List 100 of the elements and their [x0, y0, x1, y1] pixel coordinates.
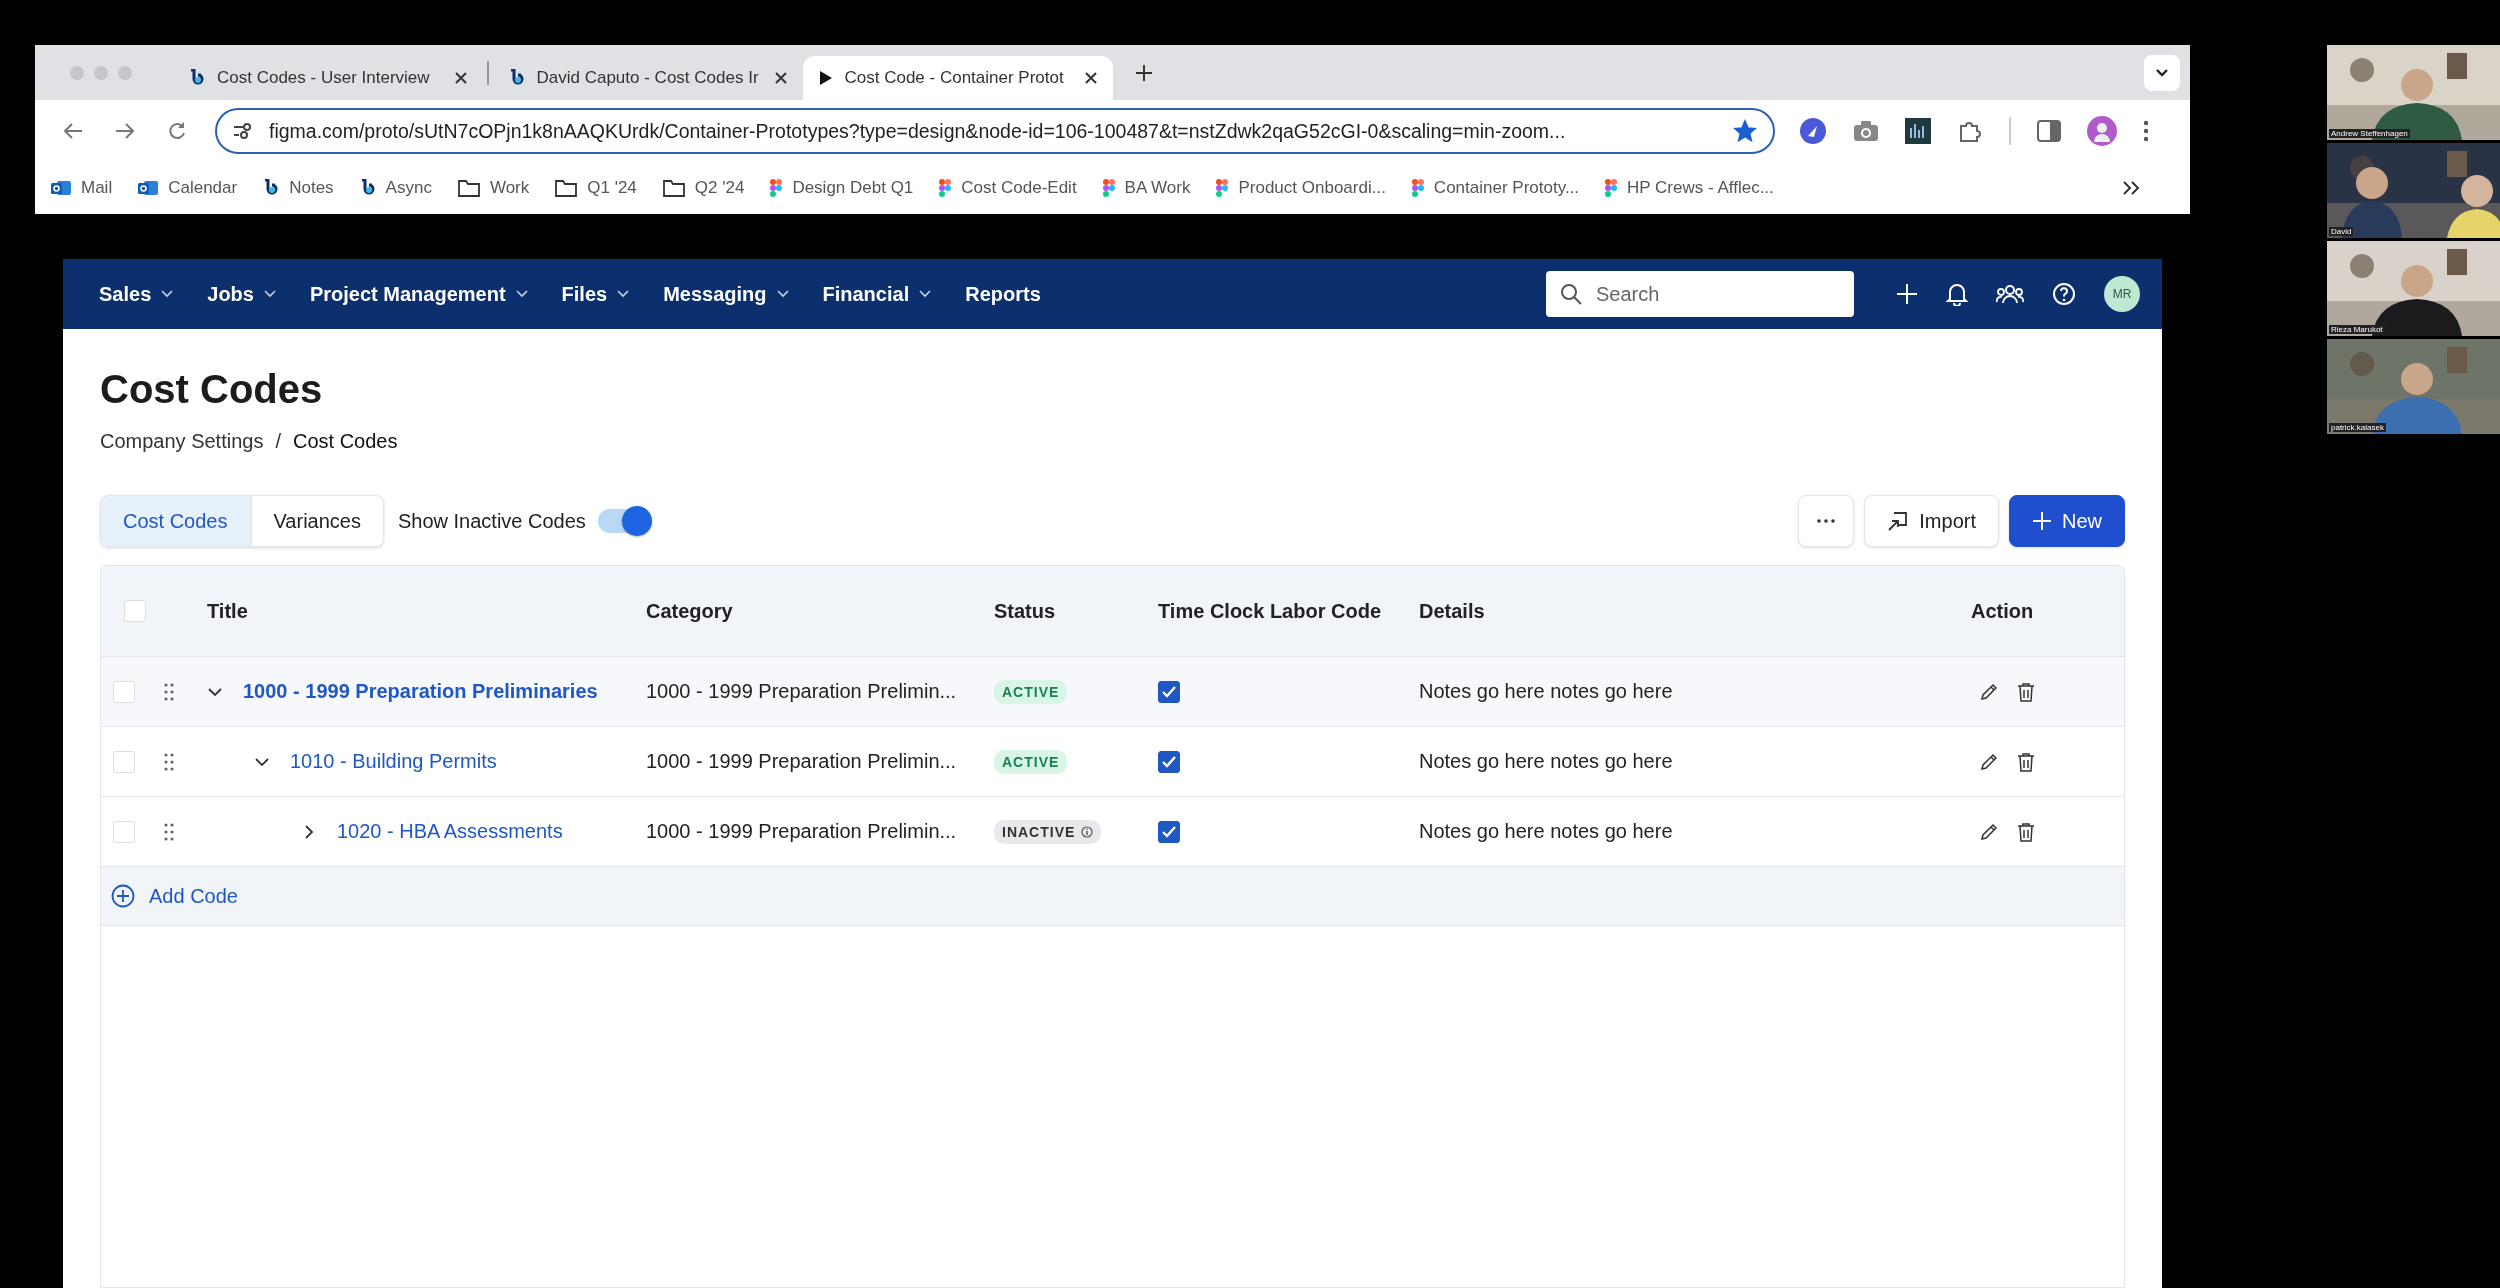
- bookmark-label: Async: [385, 178, 432, 198]
- bookmark-label: Calendar: [168, 178, 238, 198]
- breadcrumb-separator: /: [275, 430, 281, 453]
- double-chevron-icon[interactable]: [2122, 180, 2140, 196]
- star-icon[interactable]: [1733, 119, 1757, 143]
- column-header: Category: [646, 599, 733, 623]
- drag-handle-icon[interactable]: [163, 682, 174, 701]
- chart-extension-icon[interactable]: [1905, 118, 1931, 144]
- import-icon: [1887, 510, 1910, 532]
- status-badge: INACTIVE: [994, 819, 1102, 844]
- extension-icon[interactable]: [1799, 117, 1827, 145]
- bookmark-label: Notes: [289, 178, 334, 198]
- chevron-down-icon: [2155, 67, 2169, 78]
- profile-avatar-icon[interactable]: [2086, 116, 2117, 146]
- tab-title: David Caputo - Cost Codes Ir: [536, 68, 760, 88]
- details-text: Notes go here notes go here: [1419, 820, 1673, 843]
- browser-tab[interactable]: David Caputo - Cost Codes Ir: [492, 56, 803, 100]
- nav-menu-item[interactable]: Messaging: [663, 282, 789, 306]
- url-text: figma.com/proto/sUtN7cOPjn1k8nAAQKUrdk/Container-Prototypes?type=design&node-id=106-100487&t=nstZdwk2qaG52cGI-0&scaling=min-zoom...: [269, 119, 1567, 143]
- user-avatar[interactable]: MR: [2104, 276, 2140, 312]
- close-icon[interactable]: [1084, 72, 1097, 84]
- column-header: Time Clock Labor Code: [1158, 599, 1381, 623]
- nav-menu-item[interactable]: Project Management: [309, 282, 528, 306]
- nav-menu-item[interactable]: Sales: [99, 282, 174, 306]
- nav-menu-item[interactable]: Jobs: [207, 282, 276, 306]
- time-clock-checkbox[interactable]: [1158, 820, 1180, 843]
- people-icon[interactable]: [1996, 283, 2024, 305]
- details-text: Notes go here notes go here: [1419, 750, 1673, 773]
- row-checkbox[interactable]: [112, 750, 135, 773]
- figma-icon: [939, 179, 952, 197]
- camera-icon[interactable]: [1853, 120, 1879, 142]
- bookmark[interactable]: Work: [457, 178, 530, 198]
- pencil-icon[interactable]: [1979, 821, 1999, 842]
- chevron-down-icon: [617, 290, 630, 298]
- nav-menu-item[interactable]: Files: [561, 282, 630, 306]
- time-clock-checkbox[interactable]: [1158, 750, 1180, 773]
- folder-icon: [555, 179, 578, 197]
- chevron-down-icon: [919, 290, 932, 298]
- view-tab[interactable]: Cost Codes: [100, 495, 251, 547]
- breadcrumb-link[interactable]: Company Settings: [100, 430, 264, 453]
- status-badge: ACTIVE: [994, 749, 1068, 774]
- column-header: Details: [1419, 599, 1485, 623]
- bookmark[interactable]: Q1 '24: [555, 178, 637, 198]
- mail-app-icon: [138, 179, 159, 197]
- category-text: 1000 - 1999 Preparation Prelimin...: [646, 820, 957, 843]
- category-text: 1000 - 1999 Preparation Prelimin...: [646, 680, 957, 703]
- add-code-button[interactable]: Add Code: [111, 884, 238, 908]
- trash-icon[interactable]: [2017, 751, 2035, 772]
- bookmark[interactable]: Notes: [263, 178, 334, 198]
- side-panel-icon[interactable]: [2036, 120, 2061, 142]
- bell-icon[interactable]: [1946, 282, 1968, 306]
- nav-menu-item[interactable]: Financial: [822, 282, 932, 306]
- new-tab-icon[interactable]: [1134, 63, 1153, 82]
- logo-icon: [359, 179, 376, 197]
- bookmark[interactable]: Calendar: [138, 178, 238, 198]
- plus-icon: [2032, 511, 2052, 531]
- pencil-icon[interactable]: [1979, 751, 1999, 772]
- browser-tab[interactable]: Cost Codes - User Interview: [173, 56, 483, 100]
- reload-icon[interactable]: [167, 121, 187, 141]
- select-all-checkbox[interactable]: [124, 600, 146, 622]
- logo-icon: [189, 69, 205, 87]
- row-checkbox[interactable]: [112, 820, 135, 843]
- checkmark-icon: [1161, 684, 1177, 699]
- close-icon[interactable]: [455, 72, 467, 84]
- tab-title: Cost Codes - User Interview: [217, 68, 431, 88]
- column-header: Action: [1971, 599, 2034, 623]
- details-text: Notes go here notes go here: [1419, 680, 1673, 703]
- back-icon[interactable]: [63, 122, 83, 140]
- bookmark[interactable]: Q2 '24: [662, 178, 745, 198]
- bookmark[interactable]: BA Work: [1102, 178, 1191, 198]
- cost-code-link[interactable]: 1010 - Building Permits: [290, 750, 497, 773]
- cost-code-link[interactable]: 1020 - HBA Assessments: [337, 820, 563, 843]
- close-icon[interactable]: [774, 72, 787, 84]
- row-checkbox[interactable]: [112, 680, 135, 703]
- help-icon[interactable]: [2052, 282, 2076, 306]
- trash-icon[interactable]: [2017, 681, 2035, 702]
- nav-menu-item[interactable]: Reports: [965, 282, 1041, 306]
- import-button[interactable]: Import: [1864, 495, 1999, 547]
- toggle-switch[interactable]: [597, 509, 650, 533]
- bookmark[interactable]: Design Debt Q1: [770, 178, 914, 198]
- bookmark[interactable]: Cost Code-Edit: [939, 178, 1077, 198]
- pencil-icon[interactable]: [1979, 681, 1999, 702]
- forward-icon[interactable]: [115, 122, 135, 140]
- drag-handle-icon[interactable]: [163, 752, 174, 771]
- view-tab[interactable]: Variances: [250, 495, 384, 547]
- tab-search-button[interactable]: [2144, 54, 2180, 91]
- browser-tab[interactable]: Cost Code - Container Protot: [802, 56, 1113, 100]
- trash-icon[interactable]: [2017, 821, 2035, 842]
- address-bar[interactable]: figma.com/proto/sUtN7cOPjn1k8nAAQKUrdk/Container-Prototypes?type=design&node-id=106-100487&t=nstZdwk2qaG52cGI-0&scaling=min-zoom...: [215, 108, 1775, 154]
- plus-icon[interactable]: [1896, 283, 1918, 305]
- column-header: Title: [207, 599, 248, 623]
- cost-code-link[interactable]: 1000 - 1999 Preparation Preliminaries: [243, 680, 598, 703]
- status-badge: ACTIVE: [994, 679, 1068, 704]
- more-vertical-icon[interactable]: [2142, 120, 2149, 142]
- bookmark[interactable]: Async: [359, 178, 432, 198]
- search-field[interactable]: Search: [1546, 271, 1854, 317]
- bookmark[interactable]: Mail: [51, 178, 113, 198]
- new-button[interactable]: New: [2009, 495, 2125, 547]
- drag-handle-icon[interactable]: [163, 822, 174, 841]
- time-clock-checkbox[interactable]: [1158, 680, 1180, 703]
